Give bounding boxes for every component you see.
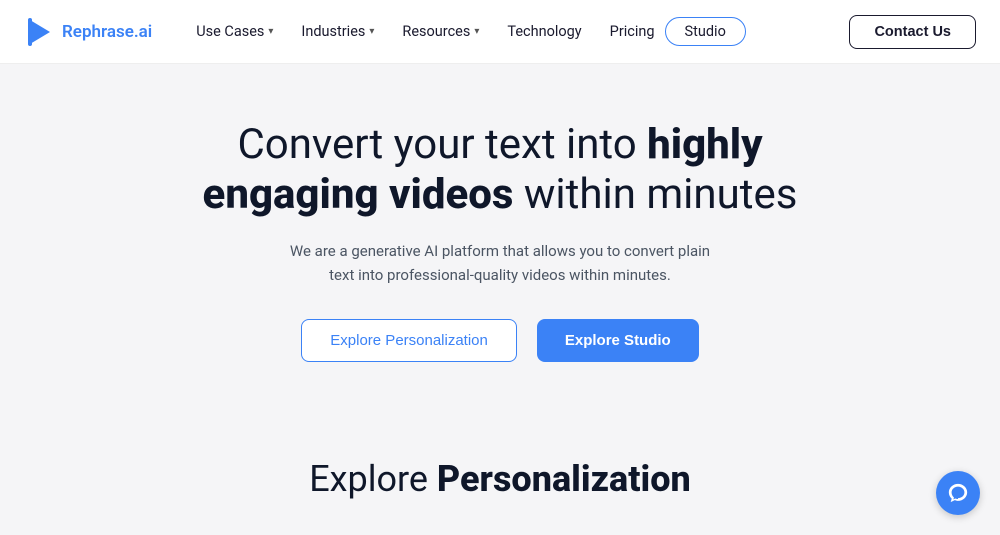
nav-item-usecases[interactable]: Use Cases ▾ [184,17,285,46]
explore-personalization-title: Explore Personalization [0,458,1000,500]
nav-item-resources[interactable]: Resources ▾ [390,17,491,46]
navbar: Rephrase.ai Use Cases ▾ Industries ▾ Res… [0,0,1000,64]
hero-title: Convert your text into highly engaging v… [160,120,840,221]
explore-personalization-button[interactable]: Explore Personalization [301,319,517,362]
logo[interactable]: Rephrase.ai [24,16,152,48]
chevron-down-icon: ▾ [474,26,479,37]
logo-text: Rephrase.ai [62,22,152,42]
chevron-down-icon: ▾ [369,26,374,37]
chevron-down-icon: ▾ [268,26,273,37]
contact-us-button[interactable]: Contact Us [849,15,976,49]
hero-section: Convert your text into highly engaging v… [0,64,1000,442]
nav-item-industries[interactable]: Industries ▾ [289,17,386,46]
explore-personalization-section: Explore Personalization [0,442,1000,500]
nav-item-pricing[interactable]: Pricing [598,17,667,46]
hero-buttons: Explore Personalization Explore Studio [301,319,698,362]
nav-item-technology[interactable]: Technology [495,17,593,46]
explore-studio-button[interactable]: Explore Studio [537,319,699,362]
nav-links: Use Cases ▾ Industries ▾ Resources ▾ Tec… [184,17,849,46]
nav-item-studio[interactable]: Studio [671,19,740,44]
hero-subtitle: We are a generative AI platform that all… [280,239,720,287]
chat-bubble-button[interactable] [936,471,980,515]
chat-icon [947,482,969,504]
